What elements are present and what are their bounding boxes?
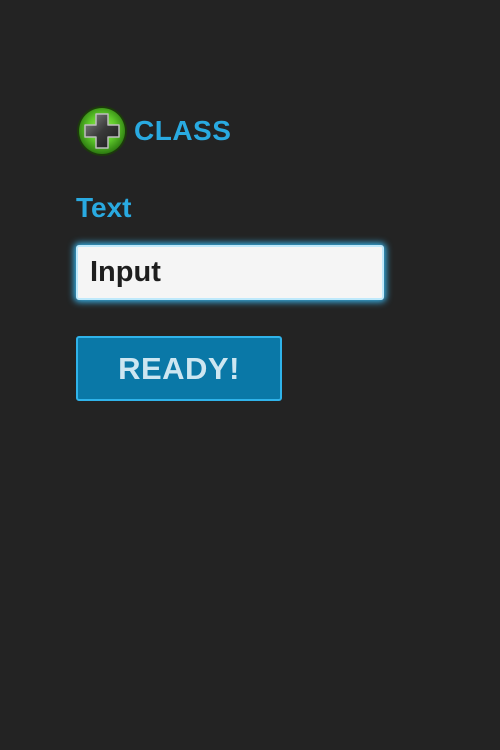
app-title: CLASS [134, 115, 232, 146]
app-screen: CLASS Text READY! [0, 0, 500, 750]
ready-button[interactable]: READY! [76, 336, 282, 401]
app-header: CLASS [76, 105, 231, 157]
medical-cross-icon [76, 105, 128, 157]
text-field-label: Text [76, 192, 132, 223]
text-input[interactable] [76, 245, 384, 300]
